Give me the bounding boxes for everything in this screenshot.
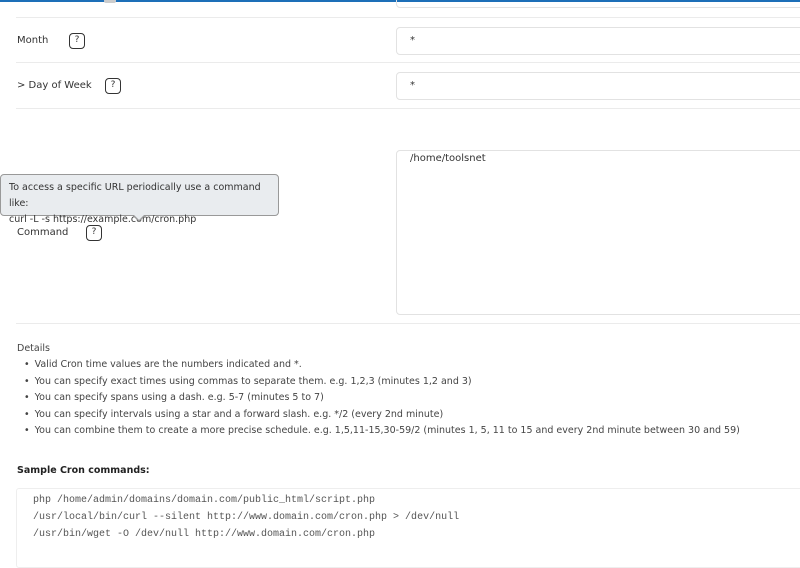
- help-icon[interactable]: ?: [105, 78, 121, 94]
- sample-commands-title: Sample Cron commands:: [17, 465, 150, 476]
- month-label: Month: [17, 35, 49, 46]
- list-item: You can combine them to create a more pr…: [24, 423, 740, 440]
- details-title: Details: [17, 343, 50, 354]
- day-of-week-label: > Day of Week: [17, 80, 92, 91]
- divider: [16, 323, 800, 324]
- command-label: Command: [17, 227, 69, 238]
- divider: [16, 17, 800, 18]
- details-list: Valid Cron time values are the numbers i…: [24, 357, 740, 440]
- code-line: /usr/local/bin/curl --silent http://www.…: [33, 512, 460, 523]
- previous-field-help: [104, 0, 116, 3]
- command-textarea[interactable]: /home/toolsnet: [396, 150, 800, 315]
- code-line: /usr/bin/wget -O /dev/null http://www.do…: [33, 529, 376, 540]
- list-item: You can specify exact times using commas…: [24, 374, 740, 391]
- help-icon[interactable]: ?: [69, 33, 85, 49]
- list-item: You can specify spans using a dash. e.g.…: [24, 390, 740, 407]
- tooltip-arrow-fill: [133, 214, 145, 220]
- divider: [16, 62, 800, 63]
- tooltip-line: To access a specific URL periodically us…: [9, 182, 261, 209]
- previous-field-input[interactable]: [396, 0, 800, 8]
- command-tooltip: To access a specific URL periodically us…: [0, 174, 279, 225]
- list-item: You can specify intervals using a star a…: [24, 407, 740, 424]
- code-line: php /home/admin/domains/domain.com/publi…: [33, 495, 376, 506]
- divider: [16, 108, 800, 109]
- month-input[interactable]: *: [396, 27, 800, 55]
- day-of-week-input[interactable]: *: [396, 72, 800, 100]
- list-item: Valid Cron time values are the numbers i…: [24, 357, 740, 374]
- help-icon[interactable]: ?: [86, 225, 102, 241]
- sample-commands-block: php /home/admin/domains/domain.com/publi…: [16, 488, 800, 568]
